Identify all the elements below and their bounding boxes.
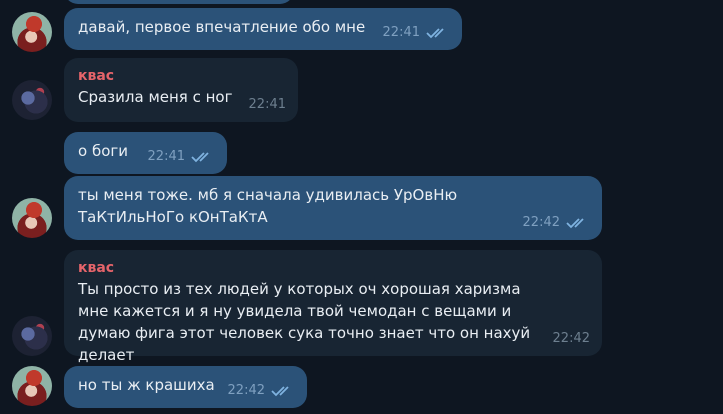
red-hair-avatar[interactable] — [12, 366, 52, 406]
message-time: 22:42 — [522, 215, 560, 230]
message-meta: 22:42 — [553, 328, 590, 350]
message-time: 22:41 — [382, 25, 420, 40]
message-time: 22:41 — [248, 97, 286, 112]
message-time: 22:42 — [227, 383, 265, 398]
message-bubble[interactable]: давай, первое впечатление обо мне 22:41 — [64, 8, 462, 50]
sender-name[interactable]: квас — [78, 66, 284, 86]
double-check-icon — [566, 218, 584, 229]
message-meta: 22:41 — [383, 22, 450, 44]
sender-name[interactable]: квас — [78, 258, 588, 278]
dark-hair-avatar[interactable] — [12, 80, 52, 120]
message-bubble[interactable]: о боги 22:41 — [64, 132, 227, 174]
double-check-icon — [271, 386, 289, 397]
message-bubble[interactable]: ты меня тоже. мб я сначала удивилась УрО… — [64, 176, 602, 240]
message-meta: 22:42 — [523, 212, 590, 234]
chat-history: давай, первое впечатление обо мне 22:41 … — [0, 0, 723, 414]
message-time: 22:41 — [147, 149, 185, 164]
red-hair-avatar[interactable] — [12, 198, 52, 238]
message-meta: 22:42 — [228, 380, 295, 402]
message-meta: 22:41 — [249, 94, 286, 116]
message-bubble[interactable]: квас Сразила меня с ног 22:41 — [64, 58, 298, 122]
message-bubble-partial[interactable] — [64, 0, 294, 4]
message-text: ты меня тоже. мб я сначала удивилась УрО… — [78, 186, 458, 226]
dark-hair-avatar[interactable] — [12, 316, 52, 356]
double-check-icon — [191, 152, 209, 163]
double-check-icon — [426, 28, 444, 39]
message-text: Ты просто из тех людей у которых оч хоро… — [78, 280, 531, 364]
message-bubble[interactable]: но ты ж крашиха 22:42 — [64, 366, 307, 408]
message-meta: 22:41 — [148, 146, 215, 168]
message-bubble[interactable]: квас Ты просто из тех людей у которых оч… — [64, 250, 602, 364]
red-hair-avatar[interactable] — [12, 12, 52, 52]
message-time: 22:42 — [552, 331, 590, 346]
